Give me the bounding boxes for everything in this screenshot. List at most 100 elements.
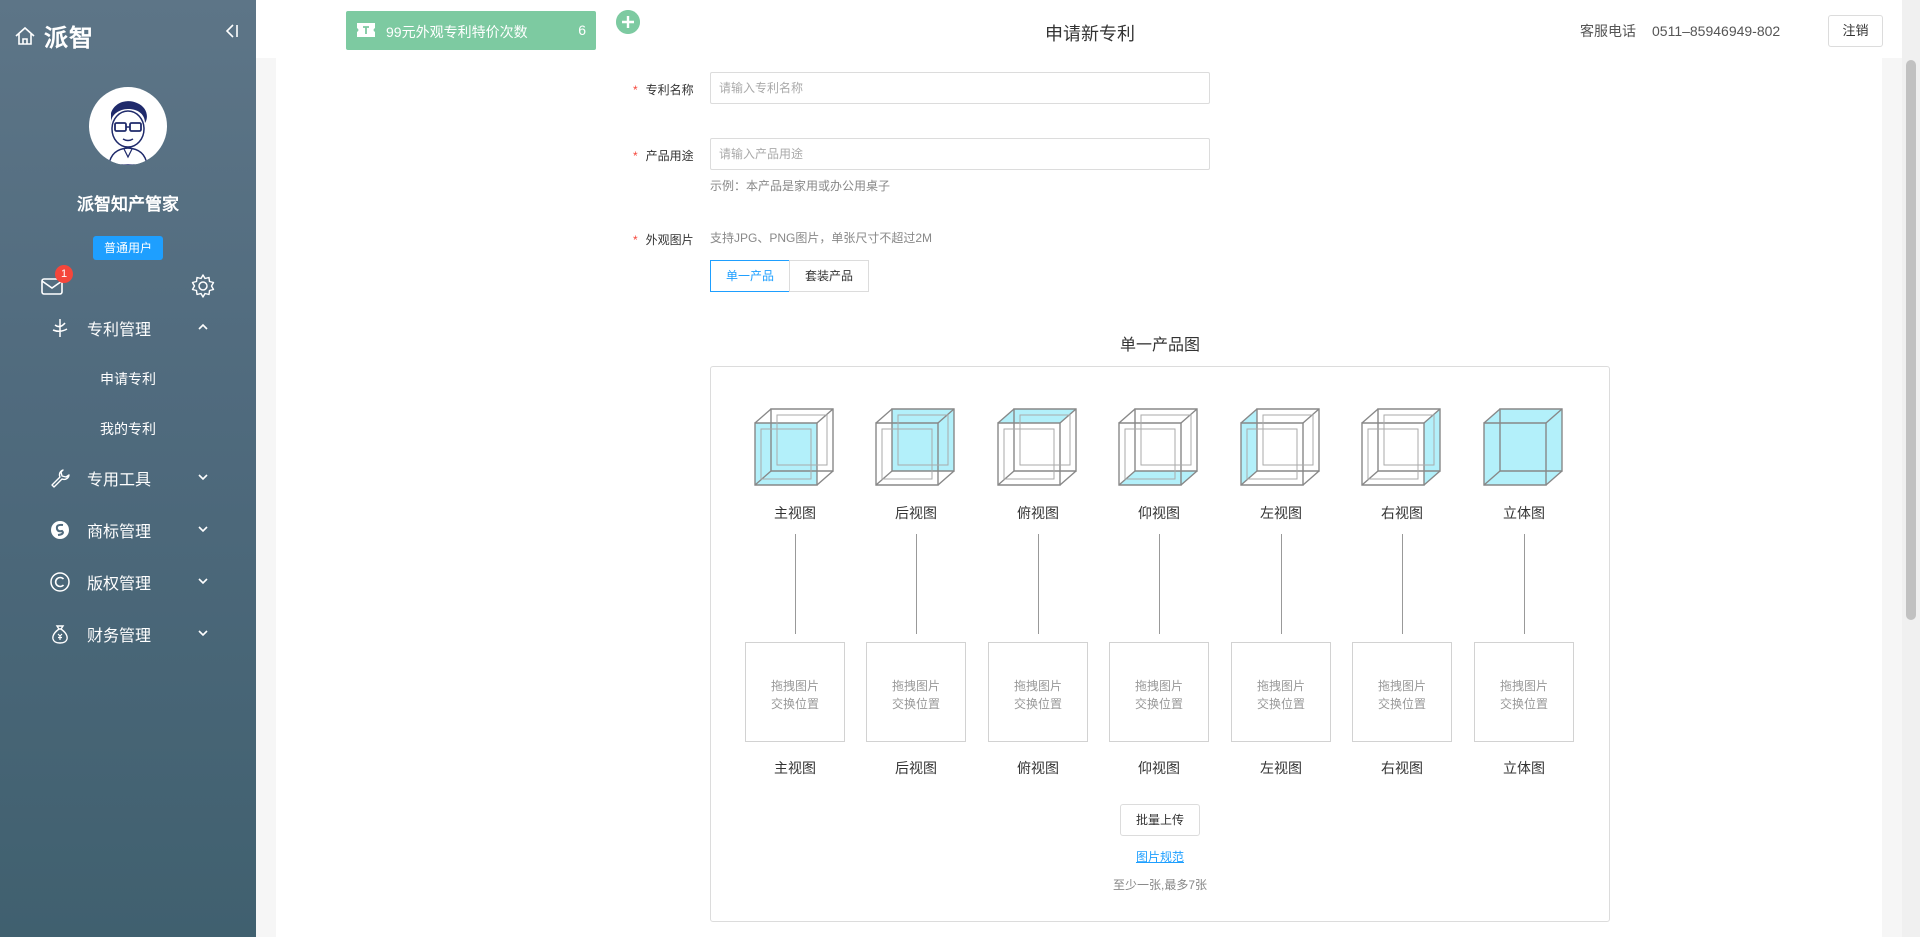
trademark-icon xyxy=(51,521,69,539)
chevron-up-icon xyxy=(198,323,208,330)
user-role-badge: 普通用户 xyxy=(93,236,163,260)
promo-label: 99元外观专利特价次数 xyxy=(386,24,528,40)
brand-name: 派智 xyxy=(44,25,94,52)
nav-trademark[interactable]: 商标管理 xyxy=(0,510,256,550)
back-view-drop-zone[interactable]: 拖拽图片 交换位置 xyxy=(866,642,966,742)
nav-label: 版权管理 xyxy=(87,576,152,593)
collapse-sidebar-icon[interactable] xyxy=(222,22,240,40)
nav-tools[interactable]: 专用工具 xyxy=(0,458,256,498)
service-phone: 0511–85946949-802 xyxy=(1652,23,1781,39)
nav-label: 商标管理 xyxy=(87,524,152,541)
user-name: 派智知产管家 xyxy=(77,195,179,214)
gear-icon[interactable] xyxy=(190,273,216,299)
top-view-caption: 俯视图 xyxy=(1017,760,1059,776)
product-use-example: 示例：本产品是家用或办公用桌子 xyxy=(710,179,891,193)
drop-hint-line-2: 交换位置 xyxy=(1134,697,1183,711)
right-view-label: 右视图 xyxy=(1381,505,1423,521)
view-connector xyxy=(795,534,796,634)
nav-my-patents[interactable]: 我的专利 xyxy=(0,419,256,439)
left-view-caption: 左视图 xyxy=(1260,760,1302,776)
view-connector xyxy=(1159,534,1160,634)
right-view-drop-zone[interactable]: 拖拽图片 交换位置 xyxy=(1352,642,1452,742)
product-use-input[interactable] xyxy=(710,138,1210,170)
bottom-view-label: 仰视图 xyxy=(1138,505,1180,521)
nav-label: 专用工具 xyxy=(87,472,152,489)
drop-hint-line-2: 交换位置 xyxy=(770,697,819,711)
batch-upload-button[interactable]: 批量上传 xyxy=(1120,804,1200,836)
promo-count: 6 xyxy=(578,22,586,38)
tab-single-product[interactable]: 单一产品 xyxy=(710,260,790,292)
nav-finance[interactable]: 财务管理 xyxy=(0,614,256,654)
front-view-cube-icon xyxy=(749,405,841,499)
left-view-drop-zone[interactable]: 拖拽图片 交换位置 xyxy=(1231,642,1331,742)
avatar[interactable] xyxy=(89,87,167,165)
perspective-view-drop-zone[interactable]: 拖拽图片 交换位置 xyxy=(1474,642,1574,742)
drop-hint-line-2: 交换位置 xyxy=(1256,697,1305,711)
images-label: * 外观图片 xyxy=(633,233,694,247)
avatar-illustration xyxy=(108,101,148,165)
sidebar: 派智 派智知产管家 普通用户 1 专利管理 申请专利 我的专利 专用工具 商标管… xyxy=(0,0,256,937)
patent-name-label: * 专利名称 xyxy=(633,83,694,97)
unread-badge: 1 xyxy=(55,265,73,283)
right-view-cube-icon xyxy=(1356,405,1448,499)
drop-hint-line-1: 拖拽图片 xyxy=(1377,679,1426,693)
drop-hint-line-1: 拖拽图片 xyxy=(1499,679,1548,693)
logout-button[interactable]: 注销 xyxy=(1828,15,1883,47)
back-view-label: 后视图 xyxy=(895,505,937,521)
drop-hint-line-2: 交换位置 xyxy=(1499,697,1548,711)
service-label: 客服电话 xyxy=(1580,23,1636,39)
view-connector xyxy=(1281,534,1282,634)
scrollbar-thumb[interactable] xyxy=(1906,60,1916,620)
tab-suite-product[interactable]: 套装产品 xyxy=(789,260,869,292)
perspective-view-caption: 立体图 xyxy=(1503,760,1545,776)
perspective-view-label: 立体图 xyxy=(1503,505,1545,521)
chevron-down-icon xyxy=(198,630,208,637)
money-bag-icon xyxy=(52,625,68,644)
wrench-icon xyxy=(51,469,70,488)
top-view-drop-zone[interactable]: 拖拽图片 交换位置 xyxy=(988,642,1088,742)
drop-hint-line-1: 拖拽图片 xyxy=(1013,679,1062,693)
drop-hint-line-1: 拖拽图片 xyxy=(1256,679,1305,693)
chevron-down-icon xyxy=(198,474,208,481)
top-view-label: 俯视图 xyxy=(1017,505,1059,521)
drop-hint-line-1: 拖拽图片 xyxy=(891,679,940,693)
front-view-label: 主视图 xyxy=(774,505,816,521)
content-margin-right xyxy=(1882,58,1902,937)
drop-hint-line-1: 拖拽图片 xyxy=(770,679,819,693)
drop-hint-line-1: 拖拽图片 xyxy=(1134,679,1183,693)
drop-hint-line-2: 交换位置 xyxy=(1377,697,1426,711)
left-view-cube-icon xyxy=(1235,405,1327,499)
view-connector xyxy=(1402,534,1403,634)
nav-apply-patent[interactable]: 申请专利 xyxy=(0,369,256,389)
brand[interactable]: 派智 xyxy=(14,18,94,53)
promo-banner[interactable]: 99元外观专利特价次数 6 xyxy=(346,11,596,50)
view-connector xyxy=(916,534,917,634)
image-limit-note: 至少一张,最多7张 xyxy=(1112,878,1207,892)
nav-patent-management[interactable]: 专利管理 xyxy=(0,308,256,348)
nav-label: 专利管理 xyxy=(87,322,152,339)
bottom-view-drop-zone[interactable]: 拖拽图片 交换位置 xyxy=(1109,642,1209,742)
front-view-caption: 主视图 xyxy=(774,760,816,776)
nav-copyright[interactable]: 版权管理 xyxy=(0,562,256,602)
drop-hint-line-2: 交换位置 xyxy=(1013,697,1062,711)
image-spec-link[interactable]: 图片规范 xyxy=(1110,848,1210,865)
front-view-drop-zone[interactable]: 拖拽图片 交换位置 xyxy=(745,642,845,742)
add-icon[interactable] xyxy=(616,10,640,34)
page-title: 申请新专利 xyxy=(1045,24,1135,44)
content-margin-left xyxy=(256,58,276,937)
view-connector xyxy=(1038,534,1039,634)
bottom-view-caption: 仰视图 xyxy=(1138,760,1180,776)
nav-label: 财务管理 xyxy=(87,628,152,645)
right-view-caption: 右视图 xyxy=(1381,760,1423,776)
chevron-down-icon xyxy=(198,526,208,533)
perspective-view-cube-icon xyxy=(1478,405,1570,499)
product-use-label: * 产品用途 xyxy=(633,149,694,163)
images-hint: 支持JPG、PNG图片，单张尺寸不超过2M xyxy=(710,231,933,245)
back-view-caption: 后视图 xyxy=(895,760,937,776)
patent-name-input[interactable] xyxy=(710,72,1210,104)
back-view-cube-icon xyxy=(870,405,962,499)
chevron-down-icon xyxy=(198,578,208,585)
patent-icon xyxy=(52,319,68,337)
bottom-view-cube-icon xyxy=(1113,405,1205,499)
drop-hint-line-2: 交换位置 xyxy=(891,697,940,711)
